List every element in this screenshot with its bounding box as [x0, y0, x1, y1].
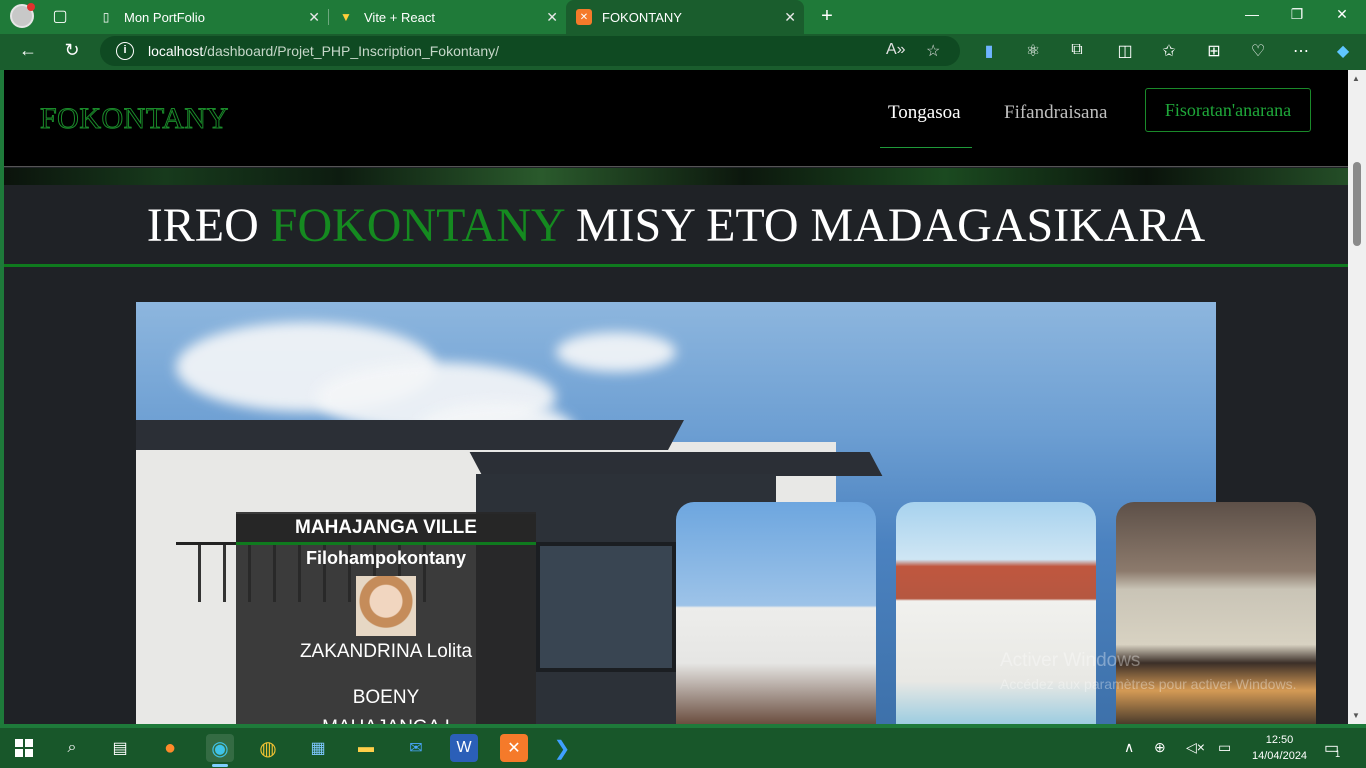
tab-title: Mon PortFolio [124, 9, 205, 25]
close-icon[interactable]: ✕ [784, 9, 796, 26]
profile-avatar[interactable] [10, 3, 35, 28]
start-icon[interactable] [10, 734, 38, 762]
tab-title: Vite + React [364, 9, 435, 25]
scroll-down-icon[interactable]: ▼ [1352, 711, 1360, 720]
address-bar: ← ↻ i localhost/dashboard/Projet_PHP_Ins… [0, 34, 1366, 70]
favorites-icon[interactable]: ✩ [1158, 41, 1180, 61]
mail-icon[interactable]: ✉ [402, 734, 430, 762]
card-role: Filohampokontany [305, 548, 466, 568]
split-screen-icon[interactable]: ◫ [1114, 41, 1136, 61]
site-brand[interactable]: FOKONTANY [40, 102, 229, 136]
volume-icon[interactable]: ◁× [1186, 739, 1205, 756]
scroll-up-icon[interactable]: ▲ [1352, 74, 1360, 83]
title-divider [4, 264, 1348, 267]
close-icon[interactable]: ✕ [308, 9, 320, 26]
collections-icon[interactable]: ▮ [978, 41, 1000, 61]
browser-tab-bar: ▢ ▯ Mon PortFolio ✕ ▼ Vite + React ✕ ✕ F… [0, 0, 1366, 34]
windows-taskbar: ⌕ ▤ ● ◉ ◍ ▦ ▬ ✉ W ✕ ❯ ∧ ⊕ ◁× ▭ 12:50 14/… [0, 728, 1366, 768]
url-host: localhost [148, 43, 204, 59]
vscode-icon[interactable]: ❯ [548, 734, 576, 762]
chief-avatar [356, 576, 416, 636]
site-navbar: FOKONTANY Tongasoa Fifandraisana Fisorat… [4, 70, 1348, 167]
clock-date: 14/04/2024 [1252, 750, 1308, 762]
minimize-button[interactable]: — [1242, 6, 1262, 22]
page-icon: ▯ [102, 10, 110, 24]
hero-title: IREO FOKONTANY MISY ETO MADAGASIKARA [4, 185, 1348, 266]
store-icon[interactable]: ▦ [304, 734, 332, 762]
card-district: MAHAJANGA I [236, 716, 536, 724]
tab-vite-react[interactable]: ▼ Vite + React ✕ [328, 0, 566, 34]
close-window-button[interactable]: ✕ [1332, 6, 1352, 23]
vite-icon: ▼ [340, 10, 352, 24]
notifications-icon[interactable]: ▭1 [1324, 738, 1344, 759]
scrollbar-thumb[interactable] [1353, 162, 1361, 246]
chrome-icon[interactable]: ◍ [254, 734, 282, 762]
house-thumbnail[interactable] [676, 502, 876, 724]
more-menu-icon[interactable]: ⋯ [1290, 41, 1312, 61]
nav-link-home[interactable]: Tongasoa [888, 102, 961, 124]
active-nav-indicator [880, 147, 972, 148]
task-view-icon[interactable]: ▤ [106, 734, 134, 762]
hero-title-part1: IREO [146, 199, 271, 252]
copilot-icon[interactable]: ◆ [1332, 41, 1354, 61]
edge-icon[interactable]: ◉ [206, 734, 234, 767]
card-city: MAHAJANGA VILLE [236, 514, 536, 542]
page-scrollbar[interactable]: ▲ ▼ [1348, 70, 1366, 724]
extensions-icon[interactable]: ⧉ [1066, 41, 1088, 59]
url-text[interactable]: localhost/dashboard/Projet_PHP_Inscripti… [148, 43, 499, 59]
refresh-icon[interactable]: ↻ [60, 40, 84, 61]
activate-windows-subtitle: Accédez aux paramètres pour activer Wind… [1000, 676, 1297, 692]
collections-add-icon[interactable]: ⊞ [1203, 41, 1225, 61]
xampp-icon: ✕ [576, 9, 592, 25]
url-field[interactable]: i localhost/dashboard/Projet_PHP_Inscrip… [100, 36, 960, 66]
xampp-icon[interactable]: ✕ [500, 734, 528, 762]
firefox-icon[interactable]: ● [156, 734, 184, 762]
tab-mon-portfolio[interactable]: ▯ Mon PortFolio ✕ [88, 0, 328, 34]
new-tab-button[interactable]: + [816, 5, 838, 28]
page-viewport: FOKONTANY Tongasoa Fifandraisana Fisorat… [4, 70, 1348, 724]
search-icon[interactable]: ⌕ [58, 734, 86, 762]
read-aloud-icon[interactable]: A» [886, 41, 906, 59]
tab-title: FOKONTANY [602, 9, 682, 25]
word-icon[interactable]: W [450, 734, 478, 762]
show-hidden-icons-icon[interactable]: ∧ [1124, 739, 1134, 756]
url-path: /dashboard/Projet_PHP_Inscription_Fokont… [203, 43, 499, 59]
clock-time: 12:50 [1265, 734, 1294, 746]
battery-icon[interactable]: ▭ [1218, 739, 1231, 756]
close-icon[interactable]: ✕ [546, 9, 558, 26]
tab-actions-icon[interactable]: ▢ [50, 7, 70, 27]
hero-title-part2: MISY ETO MADAGASIKARA [563, 199, 1206, 252]
favorite-star-icon[interactable]: ☆ [926, 41, 940, 61]
file-explorer-icon[interactable]: ▬ [352, 734, 380, 762]
site-info-icon[interactable]: i [116, 42, 134, 60]
fokontany-card[interactable]: MAHAJANGA VILLE Filohampokontany ZAKANDR… [236, 512, 536, 724]
nav-link-contact[interactable]: Fifandraisana [1004, 102, 1107, 124]
network-icon[interactable]: ⊕ [1154, 739, 1166, 756]
clock[interactable]: 12:50 14/04/2024 [1252, 732, 1307, 764]
tab-fokontany[interactable]: ✕ FOKONTANY ✕ [566, 0, 804, 34]
leaf-banner-strip [4, 168, 1348, 185]
hero-title-accent: FOKONTANY [270, 199, 564, 252]
card-person-name: ZAKANDRINA Lolita [299, 641, 473, 662]
browser-essentials-icon[interactable]: ♡ [1247, 41, 1269, 61]
card-region: BOENY [352, 687, 420, 708]
notification-count: 1 [1335, 749, 1341, 759]
register-button[interactable]: Fisoratan'anarana [1145, 88, 1311, 132]
card-divider [236, 542, 536, 545]
restore-button[interactable]: ❐ [1287, 6, 1307, 23]
activate-windows-title: Activer Windows [1000, 650, 1141, 671]
back-icon[interactable]: ← [16, 40, 40, 61]
react-devtools-icon[interactable]: ⚛ [1022, 41, 1044, 61]
